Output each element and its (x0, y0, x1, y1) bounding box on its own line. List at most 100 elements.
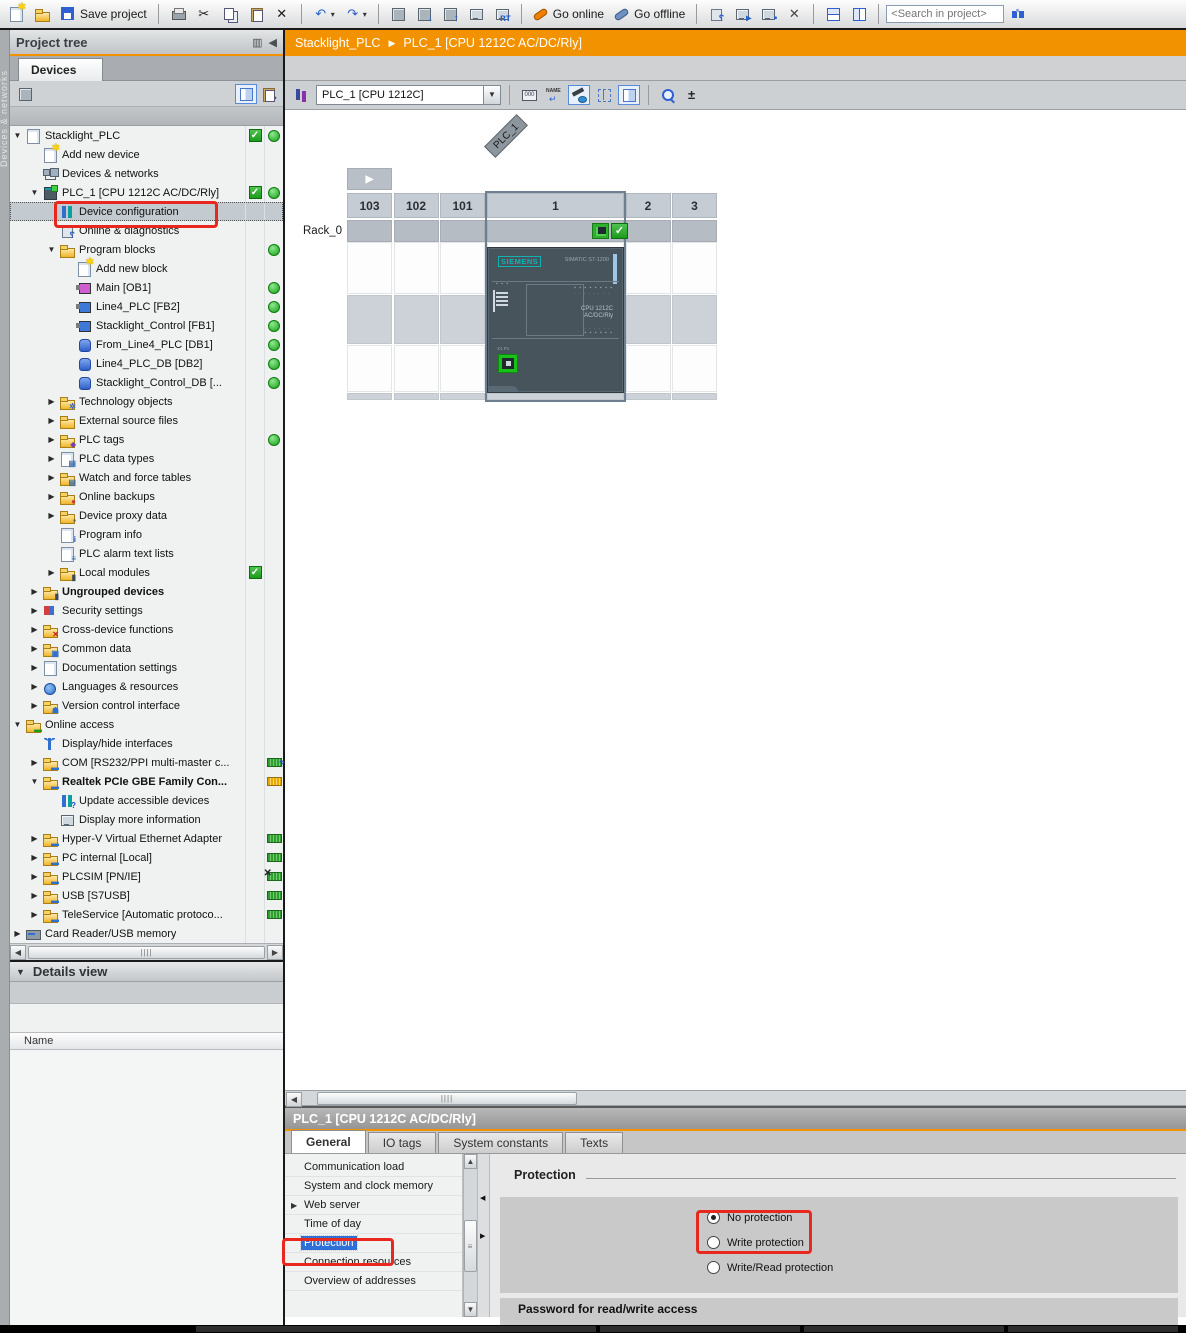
rack-grid-cell[interactable] (626, 295, 671, 344)
tab-system-constants[interactable]: System constants (438, 1132, 563, 1153)
tree-item-com-rs232-ppi-multi-master-c[interactable]: ▶▬COM [RS232/PPI multi-master c...? (10, 753, 283, 772)
rack-expand-button[interactable]: ▶ (347, 168, 392, 190)
expander-icon[interactable]: ▼ (10, 720, 25, 729)
open-project-button[interactable] (30, 3, 54, 25)
find-in-project-button[interactable] (1006, 3, 1030, 25)
scroll-down-icon[interactable]: ▼ (464, 1302, 477, 1317)
nav-connection-resources[interactable]: Connection resources (285, 1253, 462, 1272)
redo-button[interactable]: ↷▾ (341, 3, 371, 25)
properties-nav-scrollbar[interactable]: ▲ ≡ ▼ (463, 1154, 477, 1317)
tree-item-plc-tags[interactable]: ▶⬥PLC tags (10, 430, 283, 449)
tree-item-pc-internal-local[interactable]: ▶▬PC internal [Local] (10, 848, 283, 867)
expander-icon[interactable]: ▶ (27, 891, 42, 900)
expander-icon[interactable]: ▶ (27, 834, 42, 843)
plc-name-tag[interactable]: PLC_1 (484, 114, 528, 158)
nav-scroll-thumb[interactable]: ≡ (464, 1220, 477, 1272)
nav-time-of-day[interactable]: Time of day (285, 1215, 462, 1234)
tree-item-stacklight-control-fb1[interactable]: Stacklight_Control [FB1] (10, 316, 283, 335)
rack-grid-cell[interactable] (672, 345, 717, 392)
slot-header-101[interactable]: 101 (440, 193, 485, 218)
nav-system-and-clock-memory[interactable]: System and clock memory (285, 1177, 462, 1196)
paste-button[interactable] (244, 3, 268, 25)
tree-item-common-data[interactable]: ▶▣Common data (10, 639, 283, 658)
tree-item-online-backups[interactable]: ▶●Online backups (10, 487, 283, 506)
diagram-view-button[interactable]: ➜ (257, 84, 279, 104)
tree-item-program-blocks[interactable]: ▼Program blocks (10, 240, 283, 259)
canvas-scroll-thumb[interactable]: |||| (317, 1092, 577, 1105)
details-name-column-header[interactable]: Name (10, 1032, 283, 1050)
undo-dropdown-icon[interactable]: ▾ (331, 10, 335, 19)
expander-icon[interactable]: ▶ (44, 473, 59, 482)
expander-icon[interactable]: ▶ (27, 606, 42, 615)
save-project-button[interactable]: Save project (56, 3, 151, 25)
topology-button[interactable] (291, 85, 313, 105)
expander-icon[interactable]: ▶ (27, 663, 42, 672)
tree-item-languages-resources[interactable]: ▶Languages & resources (10, 677, 283, 696)
tree-item-hyper-v-virtual-ethernet-adapter[interactable]: ▶▬Hyper-V Virtual Ethernet Adapter (10, 829, 283, 848)
expander-icon[interactable]: ▶ (44, 416, 59, 425)
tree-item-realtek-pcie-gbe-family-con[interactable]: ▼▬Realtek PCIe GBE Family Con... (10, 772, 283, 791)
go-offline-button[interactable]: Go offline (610, 3, 689, 25)
radio-button-icon[interactable] (707, 1261, 720, 1274)
save-window-settings-button[interactable] (682, 85, 704, 105)
expander-icon[interactable]: ▶ (44, 397, 59, 406)
tree-item-online-access[interactable]: ▼▬Online access (10, 715, 283, 734)
expander-icon[interactable]: ▶ (27, 587, 42, 596)
list-view-button[interactable] (235, 84, 257, 104)
radio-button-icon[interactable] (707, 1236, 720, 1249)
redo-dropdown-icon[interactable]: ▾ (363, 10, 367, 19)
rack-grid-cell[interactable] (626, 345, 671, 392)
rack-grid-cell[interactable] (440, 295, 485, 344)
tree-scroll-thumb[interactable]: |||| (28, 946, 265, 959)
tree-item-stacklight-control-db[interactable]: Stacklight_Control_DB [... (10, 373, 283, 392)
side-tab-strip[interactable]: Devices & networks (0, 30, 10, 1325)
tree-item-technology-objects[interactable]: ▶✲Technology objects (10, 392, 283, 411)
copy-button[interactable] (218, 3, 242, 25)
expander-icon[interactable]: ▶ (44, 492, 59, 501)
radio-no-protection[interactable]: No protection (707, 1211, 792, 1224)
chevron-down-icon[interactable]: ▼ (483, 86, 500, 104)
device-overview-button[interactable] (14, 84, 36, 104)
rack-grid-cell[interactable] (347, 393, 392, 400)
tree-item-local-modules[interactable]: ▶▮Local modules✓ (10, 563, 283, 582)
new-project-button[interactable]: ✱ (4, 3, 28, 25)
expander-icon[interactable]: ▶ (44, 454, 59, 463)
scroll-left-icon[interactable]: ◀ (10, 945, 26, 960)
nav-web-server[interactable]: ▶Web server (285, 1196, 462, 1215)
cpu-module[interactable]: SIEMENS SIMATIC S7-1200 ▪ ▪ ▪ ▪ ▪ ▪ ▪ ▪.… (487, 247, 624, 393)
split-editor-horizontal-button[interactable] (821, 3, 845, 25)
tab-texts[interactable]: Texts (565, 1132, 623, 1153)
rack-row-cell[interactable] (672, 220, 717, 242)
search-input[interactable] (886, 5, 1004, 23)
start-runtime-button[interactable]: ʀᴛ (490, 3, 514, 25)
properties-splitter[interactable]: ◀ ▶ (477, 1154, 490, 1317)
tree-item-add-new-device[interactable]: ✱Add new device (10, 145, 283, 164)
tree-item-plc-data-types[interactable]: ▶▤PLC data types (10, 449, 283, 468)
zoom-button[interactable] (657, 85, 679, 105)
cut-button[interactable]: ✂ (192, 3, 216, 25)
radio-button-icon[interactable] (707, 1211, 720, 1224)
expander-icon[interactable]: ▼ (27, 188, 42, 197)
splitter-right-icon[interactable]: ▶ (480, 1232, 485, 1240)
tab-devices[interactable]: Devices (18, 58, 103, 81)
rack-grid-cell[interactable] (672, 393, 717, 400)
tree-item-program-info[interactable]: iProgram info (10, 525, 283, 544)
tree-item-watch-and-force-tables[interactable]: ▶▤Watch and force tables (10, 468, 283, 487)
rack-grid-cell[interactable] (440, 345, 485, 392)
expander-icon[interactable]: ▶ (27, 644, 42, 653)
tree-item-security-settings[interactable]: ▶Security settings (10, 601, 283, 620)
rack-row-cell[interactable] (394, 220, 439, 242)
tree-horizontal-scrollbar[interactable]: ◀ |||| ▶ (10, 943, 283, 960)
canvas-horizontal-scrollbar[interactable]: ◀ |||| (285, 1090, 1186, 1106)
rack-grid-cell[interactable] (347, 242, 392, 294)
edit-mode-button[interactable] (568, 85, 590, 105)
device-view-canvas[interactable]: ▶103102101123Rack_0✓PLC_1SIEMENS SIMATIC… (285, 110, 1186, 1090)
breadcrumb-project[interactable]: Stacklight_PLC (295, 36, 380, 50)
tree-item-card-reader-usb-memory[interactable]: ▶Card Reader/USB memory (10, 924, 283, 943)
tree-item-display-hide-interfaces[interactable]: Display/hide interfaces (10, 734, 283, 753)
tree-item-plc-alarm-text-lists[interactable]: ≡PLC alarm text lists (10, 544, 283, 563)
rack-grid-cell[interactable] (394, 295, 439, 344)
device-selector[interactable]: PLC_1 [CPU 1212C] ▼ (316, 85, 501, 105)
rack-row-cell[interactable] (440, 220, 485, 242)
go-online-button[interactable]: Go online (529, 3, 608, 25)
